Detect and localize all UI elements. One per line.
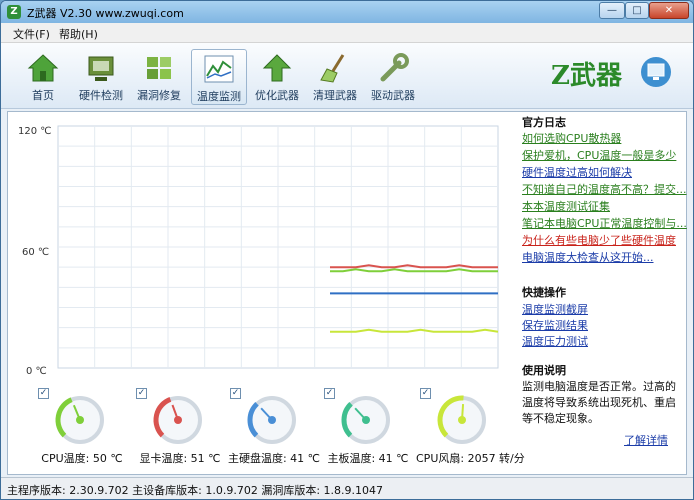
gauge-checkbox[interactable]: ✓ [420, 388, 431, 399]
menu-file[interactable]: 文件(F) [13, 26, 50, 42]
app-window: Z Z武器 V2.30 www.zwuqi.com — □ ✕ 文件(F) 帮助… [0, 0, 694, 500]
tool-home[interactable]: 首页 [15, 49, 71, 105]
tool-hardware-label: 硬件检测 [79, 89, 123, 102]
tool-driver[interactable]: 驱动武器 [365, 49, 421, 105]
maximize-button[interactable]: □ [625, 2, 649, 19]
minimize-button[interactable]: — [599, 2, 625, 19]
tool-driver-label: 驱动武器 [371, 89, 415, 102]
title-bar[interactable]: Z Z武器 V2.30 www.zwuqi.com — □ ✕ [1, 1, 693, 23]
gauge-board-temp: ✓ 主板温度: 41 ℃ [320, 388, 416, 470]
gauge-label: CPU温度: 50 ℃ [41, 452, 123, 465]
broom-icon [320, 54, 345, 83]
quick-actions-title: 快捷操作 [522, 286, 566, 299]
gauge-label: 主硬盘温度: 41 ℃ [227, 452, 321, 465]
gauge-hub [268, 416, 276, 424]
blog-title: 官方日志 [522, 116, 566, 129]
menu-bar: 文件(F) 帮助(H) [1, 23, 693, 43]
tool-clean[interactable]: 清理武器 [307, 49, 363, 105]
gauge-checkbox[interactable]: ✓ [324, 388, 335, 399]
gauge-row: ✓ CPU温度: 50 ℃ ✓ 显卡温度: 51 ℃ ✓ 主硬盘温度: 41 ℃… [8, 384, 525, 474]
blog-link[interactable]: 本本温度测试征集 [522, 198, 610, 214]
app-logo-icon: Z [7, 5, 21, 19]
blog-link[interactable]: 电脑温度大检查从这开始... [522, 249, 654, 265]
toolbar: 首页 硬件检测 漏洞修复 温度监测 优化武器 清理武器 驱动武器 Z武器 [1, 43, 693, 109]
gauge-hub [458, 416, 466, 424]
side-panel: 官方日志 如何选购CPU散热器 保护爱机，CPU温度一般是多少 硬件温度过高如何… [518, 112, 687, 474]
board-temp-gauge-icon [341, 396, 390, 444]
tool-optimize-label: 优化武器 [255, 89, 299, 102]
y-tick-label: 60 ℃ [22, 247, 49, 258]
usage-text: 监测电脑温度是否正常。过高的温度将导致系统出现死机、重启等不稳定现象。 [522, 380, 676, 425]
content-panel: 120 ℃ 60 ℃ 0 ℃ ✓ CPU温度: 50 ℃ ✓ 显卡温度: 51 … [7, 111, 687, 475]
blog-link[interactable]: 笔记本电脑CPU正常温度控制与... [522, 215, 687, 231]
y-tick-label: 120 ℃ [18, 126, 52, 137]
gauge-label: CPU风扇: 2057 转/分 [416, 452, 525, 465]
version-info: 主程序版本: 2.30.9.702 主设备库版本: 1.0.9.702 漏洞库版… [7, 484, 384, 497]
tool-optimize[interactable]: 优化武器 [249, 49, 305, 105]
blog-link[interactable]: 硬件温度过高如何解决 [522, 164, 632, 180]
gauge-checkbox[interactable]: ✓ [38, 388, 49, 399]
blog-link[interactable]: 保护爱机，CPU温度一般是多少 [522, 147, 676, 163]
windows-patch-icon [147, 57, 171, 79]
gauge-label: 主板温度: 41 ℃ [327, 452, 409, 465]
optimize-arrow-icon [262, 54, 292, 82]
tool-temperature[interactable]: 温度监测 [191, 49, 247, 105]
gauge-fan-speed: ✓ CPU风扇: 2057 转/分 [416, 388, 525, 470]
tool-home-label: 首页 [32, 89, 54, 102]
brand-logo: Z武器 [551, 53, 671, 93]
gauge-hdd-temp: ✓ 主硬盘温度: 41 ℃ [226, 388, 322, 470]
window-title: Z武器 V2.30 www.zwuqi.com [27, 7, 184, 20]
close-button[interactable]: ✕ [649, 2, 689, 19]
gauge-checkbox[interactable]: ✓ [230, 388, 241, 399]
gauge-label: 显卡温度: 51 ℃ [139, 452, 221, 465]
tool-clean-label: 清理武器 [313, 89, 357, 102]
y-tick-label: 0 ℃ [26, 366, 47, 377]
gauge-cpu-temp: ✓ CPU温度: 50 ℃ [34, 388, 130, 470]
monitor-logo-icon [641, 57, 671, 87]
menu-help[interactable]: 帮助(H) [59, 26, 98, 42]
learn-more-link[interactable]: 了解详情 [624, 432, 668, 448]
fan-speed-gauge-icon [437, 395, 486, 444]
home-icon [27, 54, 59, 82]
temperature-chart: 120 ℃ 60 ℃ 0 ℃ [18, 125, 499, 377]
tool-patch-label: 漏洞修复 [137, 89, 181, 102]
gauge-hub [362, 416, 370, 424]
status-bar: 主程序版本: 2.30.9.702 主设备库版本: 1.0.9.702 漏洞库版… [1, 477, 693, 499]
quick-action-screenshot[interactable]: 温度监测截屏 [522, 301, 588, 317]
blog-link[interactable]: 如何选购CPU散热器 [522, 130, 621, 146]
gpu-temp-gauge-icon [153, 396, 202, 444]
tool-patch[interactable]: 漏洞修复 [131, 49, 187, 105]
cpu-temp-gauge-icon [55, 396, 104, 444]
gauge-hub [174, 416, 182, 424]
gauge-gpu-temp: ✓ 显卡温度: 51 ℃ [132, 388, 228, 470]
tool-hardware[interactable]: 硬件检测 [73, 49, 129, 105]
hardware-check-icon [88, 56, 114, 81]
temperature-chart-icon [204, 55, 234, 83]
quick-action-save[interactable]: 保存监测结果 [522, 317, 588, 333]
gauge-hub [76, 416, 84, 424]
usage-title: 使用说明 [522, 364, 566, 377]
brand-text: Z武器 [551, 61, 622, 91]
gauge-checkbox[interactable]: ✓ [136, 388, 147, 399]
hdd-temp-gauge-icon [247, 396, 296, 444]
blog-link[interactable]: 不知道自己的温度高不高？提交... [522, 181, 687, 197]
blog-link[interactable]: 为什么有些电脑少了些硬件温度 [522, 232, 676, 248]
quick-action-stress-test[interactable]: 温度压力测试 [522, 333, 588, 349]
tool-temperature-label: 温度监测 [197, 90, 241, 103]
wrench-icon [380, 53, 409, 82]
